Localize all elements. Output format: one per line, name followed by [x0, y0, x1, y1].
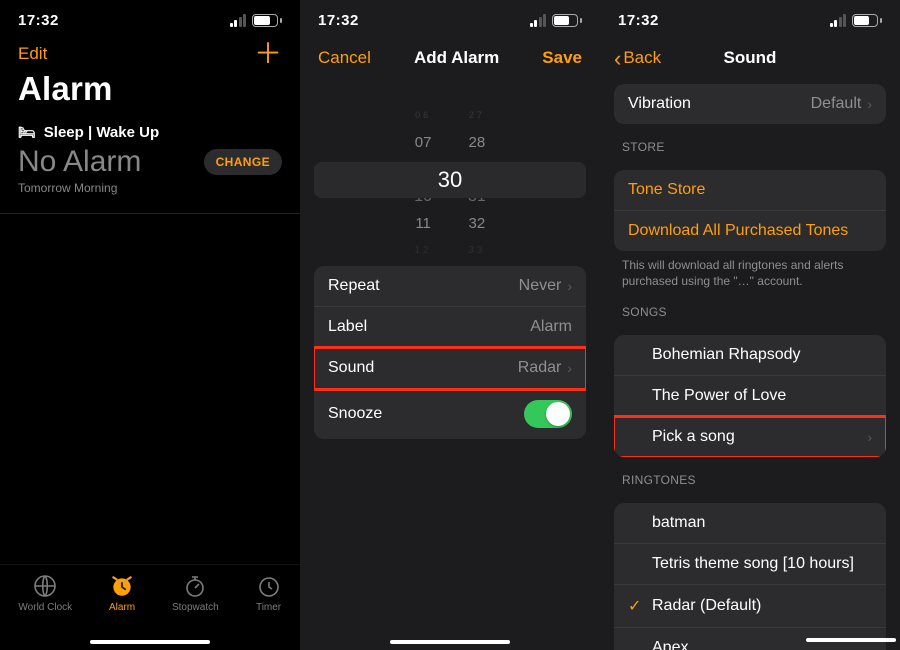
divider	[0, 213, 300, 214]
song-label: The Power of Love	[652, 387, 786, 405]
tone-store-row[interactable]: Tone Store	[614, 170, 886, 211]
sound-row[interactable]: Sound Radar ›	[314, 348, 586, 389]
tab-stopwatch[interactable]: Stopwatch	[172, 573, 219, 613]
label-value: Alarm	[530, 318, 572, 336]
status-bar: 17:32 64	[0, 0, 300, 40]
change-button[interactable]: CHANGE	[204, 149, 282, 175]
bed-icon: 🛏	[18, 124, 36, 141]
ringtones-group: batman Tetris theme song [10 hours] ✓Rad…	[614, 503, 886, 650]
repeat-label: Repeat	[328, 277, 380, 295]
status-time: 17:32	[18, 12, 59, 29]
vibration-row[interactable]: Vibration Default ›	[614, 84, 886, 124]
ringtone-label: batman	[652, 514, 705, 532]
sleep-section-label: Sleep | Wake Up	[44, 124, 159, 141]
alarm-clock-icon	[109, 573, 135, 599]
checkmark-icon: ✓	[628, 596, 652, 616]
save-button[interactable]: Save	[542, 48, 582, 68]
signal-icon	[230, 14, 247, 27]
store-group: Tone Store Download All Purchased Tones	[614, 170, 886, 251]
globe-icon	[32, 573, 58, 599]
chevron-right-icon: ›	[567, 360, 572, 376]
timer-icon	[256, 573, 282, 599]
minute-column[interactable]: 27 28 29 30 31 32 33	[468, 102, 486, 252]
song-row[interactable]: Bohemian Rhapsody	[614, 335, 886, 376]
signal-icon	[830, 14, 847, 27]
label-row[interactable]: Label Alarm	[314, 307, 586, 348]
chevron-right-icon: ›	[867, 96, 872, 112]
ringtone-row[interactable]: batman	[614, 503, 886, 544]
page-title: Alarm	[0, 66, 300, 118]
ringtone-row[interactable]: Tetris theme song [10 hours]	[614, 544, 886, 585]
battery-icon: 63	[552, 14, 582, 27]
status-time: 17:32	[318, 12, 359, 29]
sound-value: Radar	[518, 359, 562, 377]
chevron-right-icon: ›	[867, 429, 872, 445]
vibration-label: Vibration	[628, 95, 691, 113]
edit-button[interactable]: Edit	[18, 44, 47, 64]
no-alarm-label: No Alarm	[18, 145, 141, 179]
store-header: STORE	[600, 124, 900, 160]
song-row[interactable]: The Power of Love	[614, 376, 886, 417]
status-bar: 17:32 63	[600, 0, 900, 40]
signal-icon	[530, 14, 547, 27]
pick-a-song-row[interactable]: Pick a song ›	[614, 417, 886, 457]
battery-icon: 63	[852, 14, 882, 27]
status-bar: 17:32 63	[300, 0, 600, 40]
ringtone-row[interactable]: ✓Radar (Default)	[614, 585, 886, 628]
modal-title: Add Alarm	[414, 48, 499, 68]
screen-sound: 17:32 63 ‹Back Sound Vibration Default› …	[600, 0, 900, 650]
repeat-value: Never	[519, 277, 562, 295]
screen-alarm-list: 17:32 64 Edit ＋ Alarm 🛏 Sleep | Wake Up …	[0, 0, 300, 650]
back-button[interactable]: ‹Back	[614, 48, 661, 68]
tomorrow-label: Tomorrow Morning	[0, 181, 300, 205]
ringtones-header: RINGTONES	[600, 457, 900, 493]
store-footnote: This will download all ringtones and ale…	[600, 251, 900, 289]
tab-world-clock[interactable]: World Clock	[18, 573, 72, 613]
screen-add-alarm: 17:32 63 Cancel Add Alarm Save 06 07 08 …	[300, 0, 600, 650]
ringtone-label: Apex	[652, 639, 688, 650]
home-indicator[interactable]	[390, 640, 510, 644]
alarm-options-group: Repeat Never › Label Alarm Sound Radar › S…	[314, 266, 586, 439]
chevron-right-icon: ›	[567, 278, 572, 294]
chevron-left-icon: ‹	[614, 50, 621, 67]
vibration-value: Default	[811, 95, 862, 113]
tab-bar: World Clock Alarm Stopwatch Timer	[0, 564, 300, 650]
home-indicator[interactable]	[90, 640, 210, 644]
ringtone-label: Tetris theme song [10 hours]	[652, 555, 854, 573]
cancel-button[interactable]: Cancel	[318, 48, 371, 68]
ringtone-label: Radar (Default)	[652, 597, 761, 615]
song-label: Bohemian Rhapsody	[652, 346, 801, 364]
tab-alarm[interactable]: Alarm	[109, 573, 135, 613]
sound-label: Sound	[328, 359, 374, 377]
songs-group: Bohemian Rhapsody The Power of Love Pick…	[614, 335, 886, 457]
tab-timer[interactable]: Timer	[256, 573, 282, 613]
label-label: Label	[328, 318, 367, 336]
sleep-section-header: 🛏 Sleep | Wake Up	[18, 124, 282, 141]
pick-song-label: Pick a song	[652, 428, 735, 446]
songs-header: SONGS	[600, 289, 900, 325]
add-alarm-button[interactable]: ＋	[254, 44, 282, 64]
snooze-row: Snooze	[314, 389, 586, 439]
status-time: 17:32	[618, 12, 659, 29]
snooze-toggle[interactable]	[524, 400, 572, 428]
repeat-row[interactable]: Repeat Never ›	[314, 266, 586, 307]
download-all-row[interactable]: Download All Purchased Tones	[614, 211, 886, 251]
time-picker[interactable]: 06 07 08 09 10 11 12 27 28 29 30 31 32 3…	[314, 102, 586, 252]
battery-icon: 64	[252, 14, 282, 27]
vibration-group: Vibration Default ›	[614, 84, 886, 124]
stopwatch-icon	[182, 573, 208, 599]
home-indicator[interactable]	[806, 638, 896, 642]
snooze-label: Snooze	[328, 405, 382, 423]
